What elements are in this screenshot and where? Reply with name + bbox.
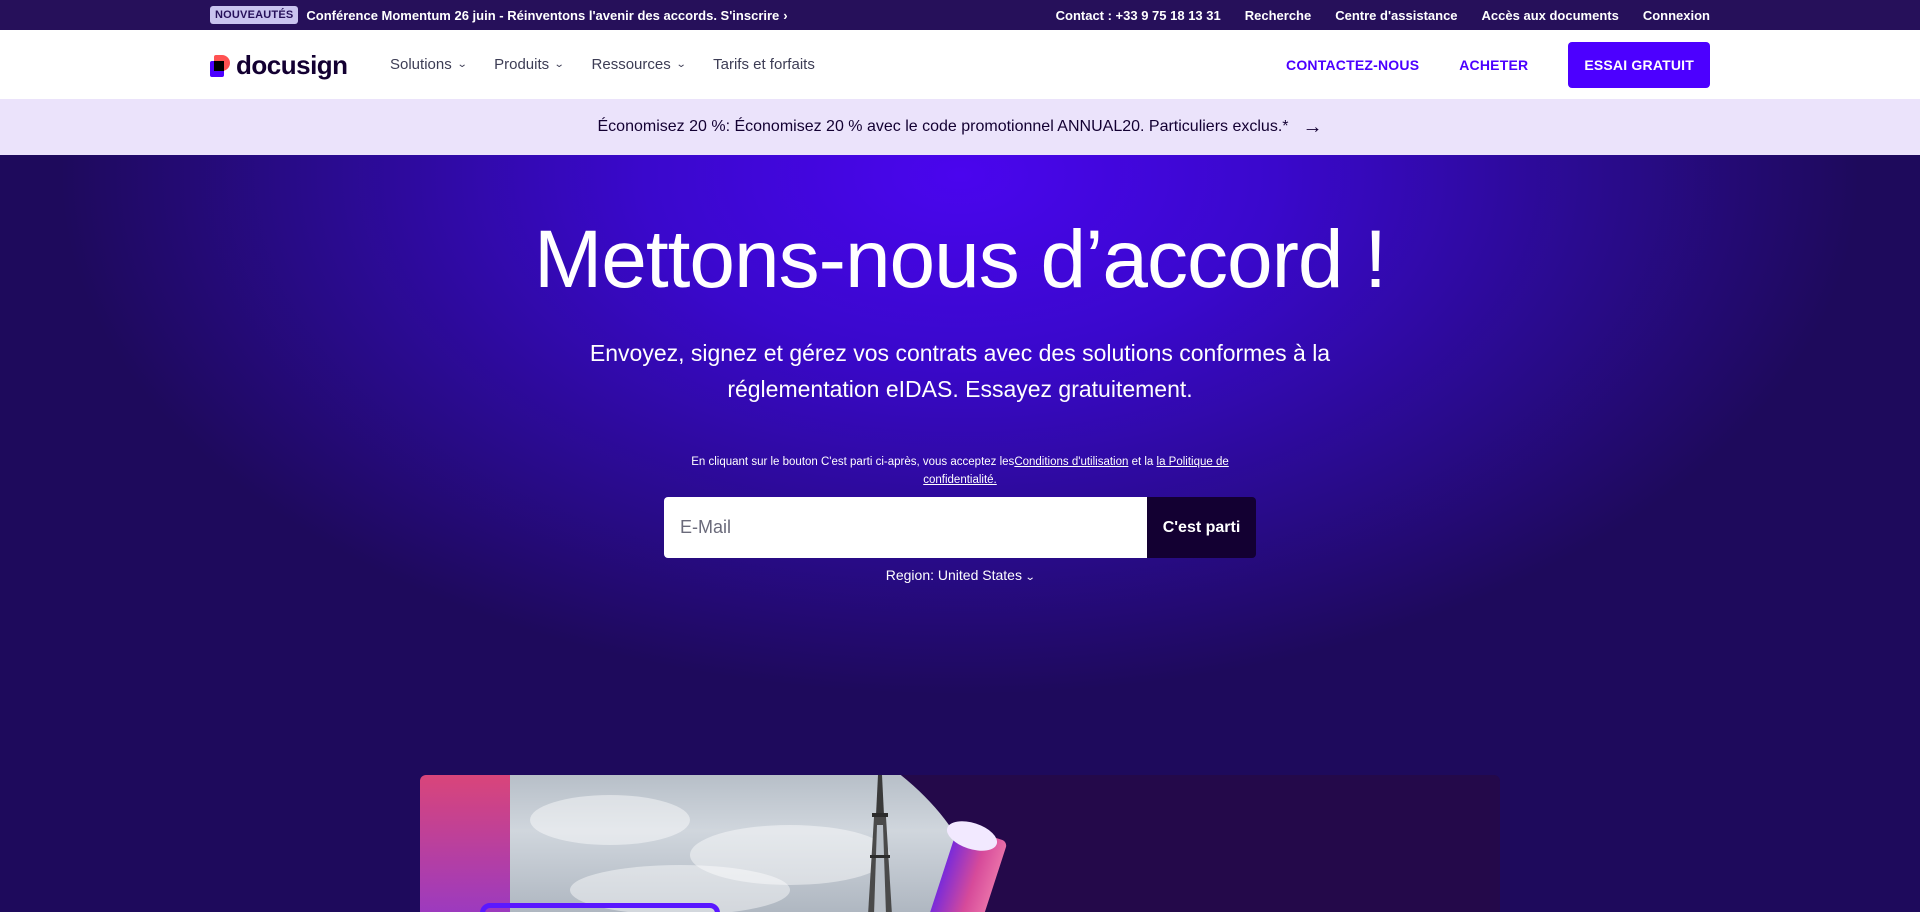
- promo-text: Économisez 20 %: Économisez 20 % avec le…: [597, 118, 1289, 135]
- logo-text: docusign: [236, 50, 348, 80]
- search-link[interactable]: Recherche: [1245, 8, 1311, 23]
- nav-item-label: Tarifs et forfaits: [713, 56, 815, 73]
- promo-banner[interactable]: Économisez 20 %: Économisez 20 % avec le…: [0, 99, 1920, 155]
- decorative-gradient-bar: [420, 775, 510, 912]
- terms-of-use-link[interactable]: Conditions d'utilisation: [1014, 456, 1128, 468]
- chevron-down-icon: ⌄: [553, 59, 565, 70]
- email-input[interactable]: [664, 497, 1147, 558]
- signup-form: C'est parti: [664, 497, 1256, 558]
- announcement-text: Conférence Momentum 26 juin - Réinventon…: [306, 7, 780, 23]
- announcement-link[interactable]: Conférence Momentum 26 juin - Réinventon…: [306, 8, 787, 23]
- utility-links: Contact : +33 9 75 18 13 31 Recherche Ce…: [1056, 0, 1710, 30]
- chevron-down-icon: ⌄: [1024, 572, 1036, 583]
- region-selector[interactable]: Region: United States ⌄: [0, 567, 1920, 583]
- nav-item-ressources[interactable]: Ressources ⌄: [591, 56, 687, 73]
- top-announcement-bar: NOUVEAUTÉS Conférence Momentum 26 juin -…: [0, 0, 1920, 30]
- hero-section: Mettons-nous d’accord ! Envoyez, signez …: [0, 155, 1920, 912]
- hero-showcase-image: [420, 775, 1500, 912]
- nav-item-tarifs[interactable]: Tarifs et forfaits: [713, 56, 815, 73]
- buy-link[interactable]: ACHETER: [1459, 57, 1528, 73]
- chevron-down-icon: ⌄: [675, 59, 687, 70]
- hero-subheading: Envoyez, signez et gérez vos contrats av…: [589, 340, 1331, 402]
- chevron-down-icon: ⌄: [456, 59, 468, 70]
- legal-notice: En cliquant sur le bouton C'est parti ci…: [660, 453, 1260, 489]
- login-link[interactable]: Connexion: [1643, 8, 1710, 23]
- hero-headline: Mettons-nous d’accord !: [533, 214, 1387, 305]
- announcement-group[interactable]: NOUVEAUTÉS Conférence Momentum 26 juin -…: [210, 0, 788, 30]
- nav-item-label: Solutions: [390, 56, 452, 73]
- main-navigation: docusign Solutions ⌄ Produits ⌄ Ressourc…: [0, 30, 1920, 99]
- nav-actions: CONTACTEZ-NOUS ACHETER ESSAI GRATUIT: [1286, 30, 1710, 99]
- free-trial-button[interactable]: ESSAI GRATUIT: [1568, 41, 1710, 88]
- nav-menu: Solutions ⌄ Produits ⌄ Ressources ⌄ Tari…: [390, 30, 815, 99]
- eiffel-tower-icon: [868, 775, 892, 912]
- new-badge: NOUVEAUTÉS: [210, 6, 299, 24]
- arrow-right-icon: →: [1302, 115, 1323, 138]
- legal-prefix: En cliquant sur le bouton C'est parti ci…: [691, 456, 1015, 468]
- submit-button[interactable]: C'est parti: [1147, 497, 1256, 558]
- docusign-logo[interactable]: docusign: [210, 50, 348, 81]
- contact-phone-link[interactable]: Contact : +33 9 75 18 13 31: [1056, 8, 1221, 23]
- chevron-right-icon: ›: [783, 7, 788, 23]
- nav-item-produits[interactable]: Produits ⌄: [494, 56, 565, 73]
- contact-us-link[interactable]: CONTACTEZ-NOUS: [1286, 57, 1419, 73]
- paris-photo: [510, 775, 980, 912]
- nav-item-solutions[interactable]: Solutions ⌄: [390, 56, 468, 73]
- region-label: Region: United States: [885, 567, 1022, 583]
- nav-item-label: Produits: [494, 56, 550, 73]
- help-center-link[interactable]: Centre d'assistance: [1335, 8, 1457, 23]
- decorative-outline-shape: [480, 903, 720, 912]
- document-access-link[interactable]: Accès aux documents: [1482, 8, 1619, 23]
- legal-middle: et la: [1128, 456, 1157, 468]
- docusign-logo-icon: [210, 54, 230, 77]
- nav-item-label: Ressources: [591, 56, 671, 73]
